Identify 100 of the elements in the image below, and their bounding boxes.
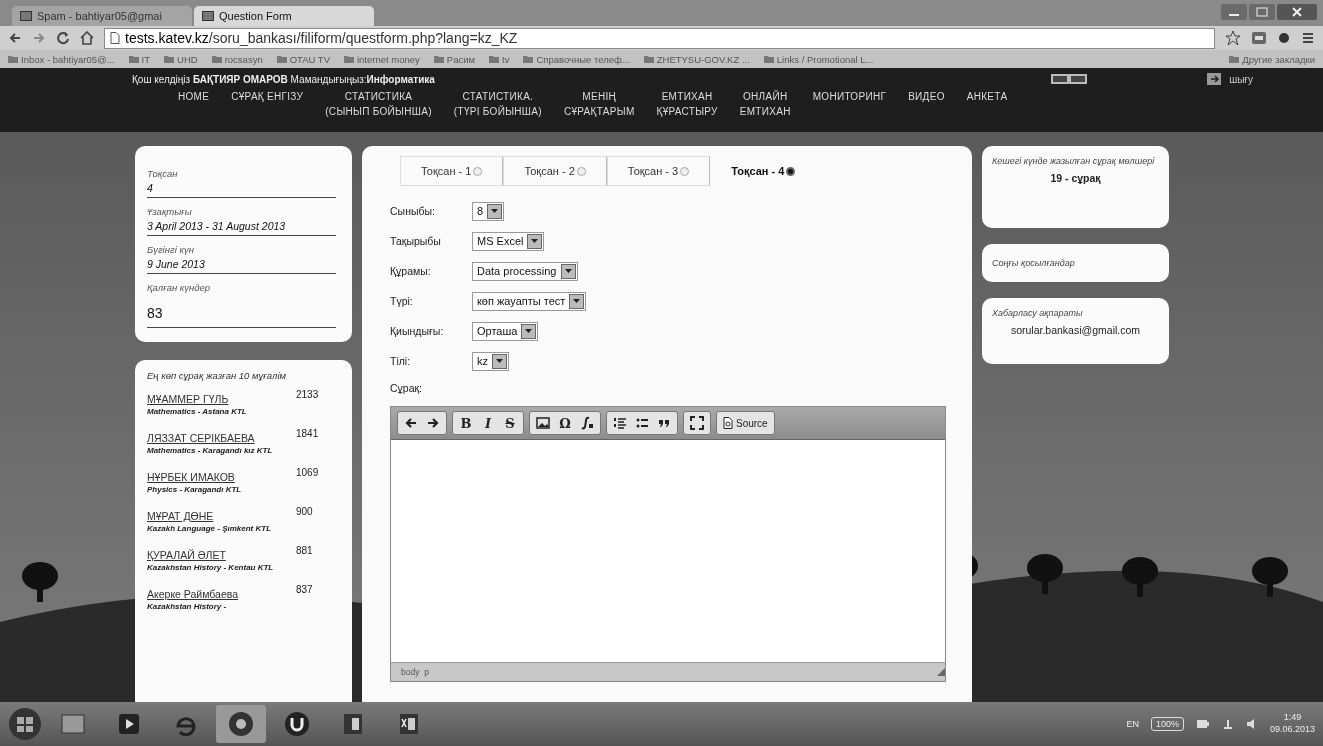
logout-link[interactable]: шығу	[1207, 73, 1253, 85]
bulleted-list-icon[interactable]	[635, 416, 649, 430]
numbered-list-icon[interactable]	[613, 416, 627, 430]
teacher-link[interactable]: НҰРБЕК ИМАКОВ	[147, 471, 235, 483]
strikethrough-button[interactable]: S	[500, 414, 520, 432]
folder-icon	[1229, 55, 1240, 63]
teacher-link[interactable]: ҚУРАЛАЙ ӘЛЕТ	[147, 549, 226, 561]
dropdown[interactable]: Data processing	[472, 261, 578, 281]
language-indicator[interactable]: EN	[1126, 719, 1139, 729]
question-count: 1069	[296, 467, 320, 480]
flag-icon[interactable]	[1051, 74, 1088, 84]
network-icon[interactable]	[1221, 718, 1234, 730]
maximize-icon[interactable]	[690, 416, 704, 430]
teacher-detail: Mathematics - Karagandı kız KTL	[147, 446, 274, 455]
image-icon[interactable]	[536, 416, 550, 430]
start-icon[interactable]	[8, 707, 42, 741]
radio-button[interactable]	[680, 166, 690, 176]
bookmark[interactable]: Справочные телеф...	[523, 53, 630, 65]
bookmark[interactable]: IT	[128, 53, 151, 65]
bold-button[interactable]: B	[456, 414, 476, 432]
caret-icon	[573, 299, 581, 303]
bookmark[interactable]: ZHETYSU-GOV.KZ ...	[643, 53, 750, 65]
field-label: Қиындығы:	[390, 325, 445, 337]
nav-link[interactable]: СТАТИСТИКА (СЫНЫП БОЙЫНША)	[325, 90, 432, 119]
dropdown[interactable]: kz	[472, 351, 509, 371]
star-icon[interactable]	[1225, 30, 1241, 46]
teacher-link[interactable]: Акерке Раймбаева	[147, 588, 239, 600]
caret-icon	[491, 209, 499, 213]
italic-button[interactable]: I	[478, 414, 498, 432]
info-value: 4	[147, 179, 336, 198]
extension-icon[interactable]	[1277, 31, 1291, 45]
info-label: Ұзақтығы	[147, 206, 193, 217]
dropdown[interactable]: MS Excel	[472, 231, 545, 251]
caret-icon	[525, 329, 533, 333]
radio-button[interactable]	[786, 166, 796, 176]
teacher-link[interactable]: ЛЯЗЗАТ СЕРІКБАЕВА	[147, 432, 255, 444]
caret-icon	[531, 239, 539, 243]
info-value: 83	[147, 293, 336, 328]
bookmark[interactable]: rocsasyn	[211, 53, 263, 65]
dropdown[interactable]: көп жауапты тест	[472, 291, 587, 311]
bookmark[interactable]: Inbox - bahtiyar05@...	[8, 53, 115, 65]
close-icon[interactable]	[1277, 4, 1317, 20]
welcome-text: Қош келдіңіз БАҚТИЯР ОМАРОВ Мамандығыңыз:Информатика	[132, 73, 435, 85]
browser-circle-icon[interactable]	[226, 709, 256, 739]
caret-icon	[496, 359, 503, 363]
home-icon[interactable]	[80, 31, 94, 45]
tree-drawing	[22, 562, 58, 602]
nav-link[interactable]: СТАТИСТИКА. (ТҮРІ БОЙЫНША)	[453, 90, 542, 119]
undo-icon[interactable]	[404, 416, 418, 430]
page-icon	[110, 32, 120, 44]
redo-icon[interactable]	[426, 416, 440, 430]
quarter-tab[interactable]: Тоқсан - 3	[606, 156, 711, 186]
tab-icon	[20, 11, 32, 21]
radio-button[interactable]	[576, 166, 586, 176]
nav-link[interactable]: ВИДЕО	[908, 90, 945, 119]
folder-icon	[128, 55, 139, 63]
nav-link[interactable]: HOME	[178, 90, 210, 119]
minimize-icon[interactable]	[1221, 4, 1247, 20]
folder-icon	[643, 55, 654, 63]
bookmark[interactable]: internet money	[343, 53, 420, 65]
quarter-tab[interactable]: Тоқсан - 2	[503, 156, 607, 186]
dropdown[interactable]: 8	[472, 201, 505, 221]
question-count: 2133	[296, 389, 320, 402]
browser-tab[interactable]: Question Form	[194, 6, 374, 26]
contact-email: sorular.bankasi@gmail.com	[1009, 324, 1142, 336]
rich-text-editor[interactable]: B I S Ω Source body p	[390, 406, 946, 682]
bookmark[interactable]: Links / Promotional L...	[763, 53, 874, 65]
extension-icon[interactable]	[1251, 30, 1267, 46]
clock-date[interactable]: 09.06.2013	[1269, 724, 1315, 736]
exit-icon	[1207, 73, 1222, 85]
bookmark[interactable]: Другие закладки	[1229, 53, 1315, 65]
zoom-indicator[interactable]: 100%	[1150, 717, 1184, 731]
info-value: 9 June 2013	[147, 255, 336, 274]
teacher-detail: Physics - Karagandı KTL	[147, 485, 243, 494]
battery-icon[interactable]	[1195, 719, 1210, 729]
formula-icon[interactable]	[580, 416, 594, 430]
bookmark[interactable]: OTAU TV	[276, 53, 330, 65]
resize-handle-icon[interactable]	[937, 668, 945, 676]
quarter-tab[interactable]: Тоқсан - 1	[400, 156, 504, 186]
nav-link[interactable]: СҰРАҚ ЕНГІЗУ	[231, 90, 304, 119]
menu-icon[interactable]	[1301, 31, 1315, 45]
dropdown[interactable]: Орташа	[472, 321, 539, 341]
clock-time[interactable]: 1:49	[1269, 712, 1315, 724]
reload-icon[interactable]	[56, 31, 70, 45]
nav-link[interactable]: АНКЕТА	[966, 90, 1008, 119]
teacher-detail: Mathematics - Astana KTL	[147, 407, 248, 416]
browser-tab[interactable]: Spam - bahtiyar05@gmai	[12, 6, 192, 26]
nav-link[interactable]: ОНЛАЙН ЕМТИХАН	[739, 90, 791, 119]
folder-icon	[211, 55, 222, 63]
back-icon[interactable]	[8, 31, 22, 45]
teacher-link[interactable]: МҰРАТ ДӨНЕ	[147, 510, 214, 522]
nav-link[interactable]: МОНИТОРИНГ	[812, 90, 887, 119]
teacher-link[interactable]: МҰАММЕР ГҮЛЬ	[147, 393, 229, 405]
bookmark[interactable]: UHD	[164, 53, 198, 65]
radio-button[interactable]	[473, 166, 483, 176]
bookmark[interactable]: Pacим	[433, 53, 476, 65]
nav-link[interactable]: МЕНІҢ СҰРАҚТАРЫМ	[563, 90, 635, 119]
address-bar[interactable]: tests.katev.kz/soru_bankası/filiform/questform.php?lang=kz_KZ	[104, 27, 1215, 49]
bookmark[interactable]: tv	[489, 53, 510, 65]
nav-link[interactable]: ЕМТИХАН ҚҰРАСТЫРУ	[656, 90, 718, 119]
